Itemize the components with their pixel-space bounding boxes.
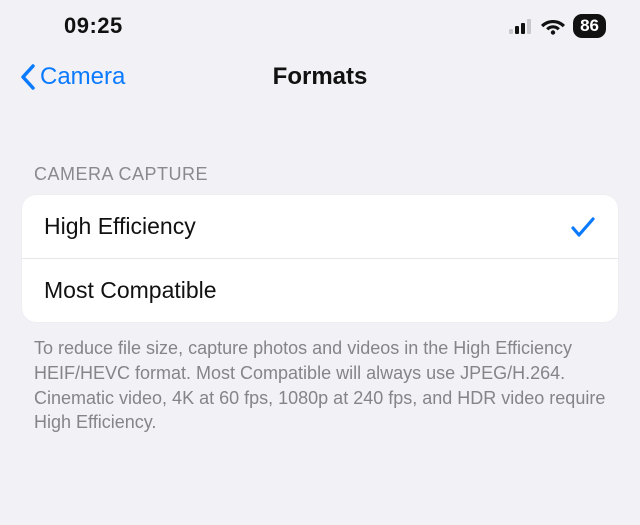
section-footer: To reduce file size, capture photos and … [34, 336, 606, 435]
option-label: High Efficiency [44, 213, 196, 240]
option-high-efficiency[interactable]: High Efficiency [22, 195, 618, 258]
status-time: 09:25 [64, 13, 123, 39]
options-group: High Efficiency Most Compatible [22, 195, 618, 322]
checkmark-icon [570, 215, 596, 239]
option-label: Most Compatible [44, 277, 217, 304]
chevron-left-icon [20, 64, 36, 90]
battery-indicator: 86 [573, 14, 606, 38]
option-most-compatible[interactable]: Most Compatible [22, 258, 618, 322]
wifi-icon [541, 17, 565, 35]
section-header: CAMERA CAPTURE [34, 164, 606, 185]
navigation-bar: Camera Formats [0, 52, 640, 102]
cellular-icon [509, 18, 533, 34]
status-bar: 09:25 86 [0, 0, 640, 52]
camera-capture-section: CAMERA CAPTURE High Efficiency Most Comp… [0, 164, 640, 435]
battery-level: 86 [580, 16, 599, 36]
back-button[interactable]: Camera [20, 63, 125, 91]
status-indicators: 86 [509, 14, 606, 38]
back-label: Camera [40, 63, 125, 91]
